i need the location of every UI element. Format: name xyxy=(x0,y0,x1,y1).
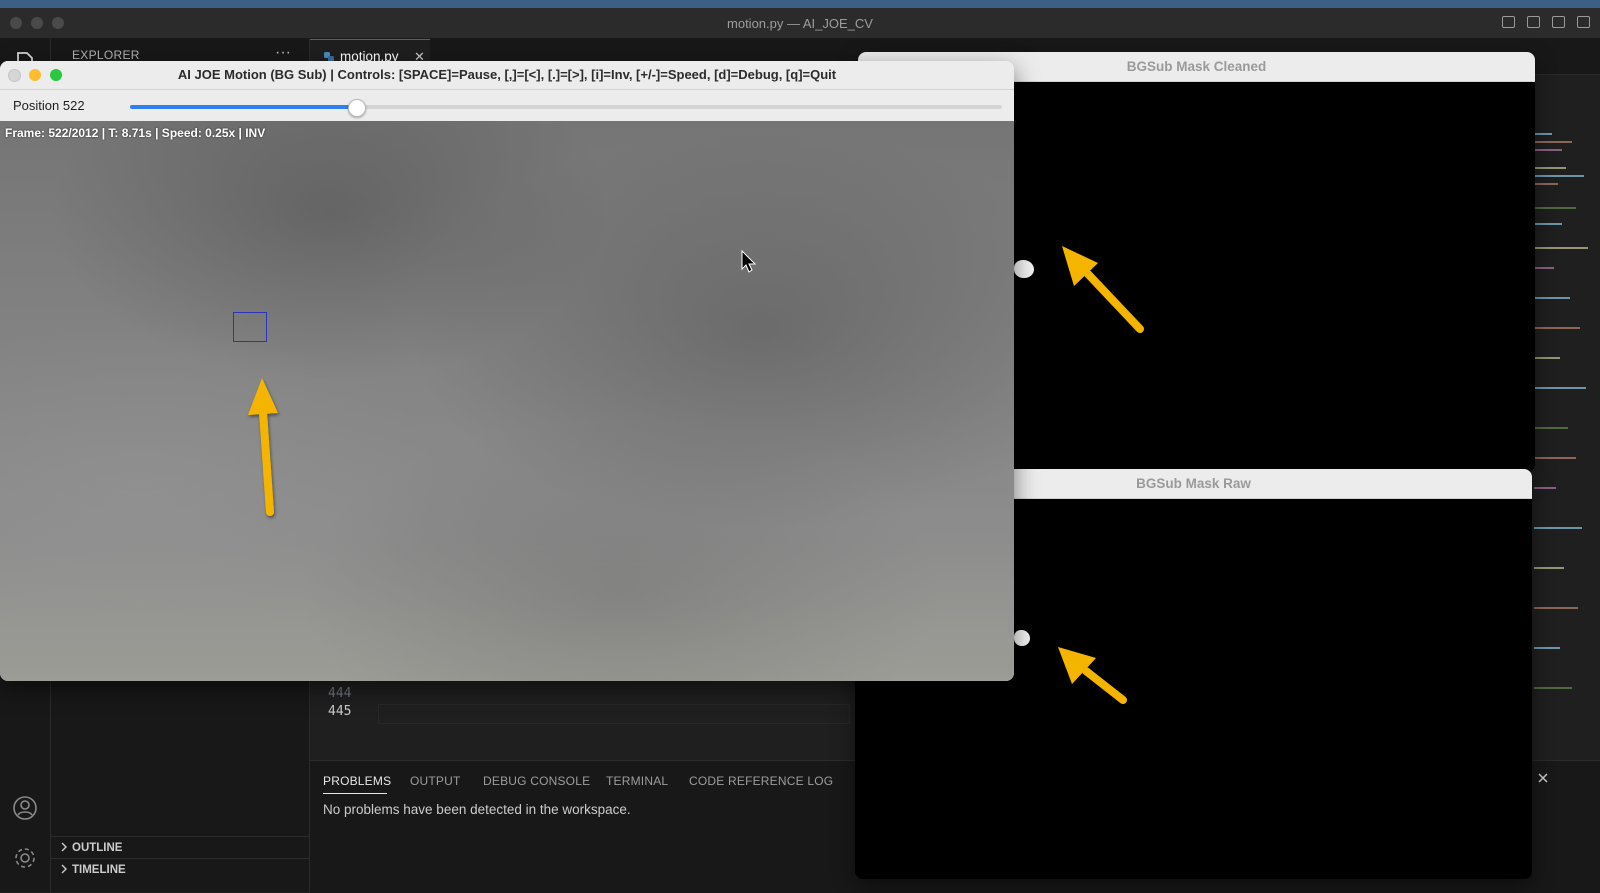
layout-controls xyxy=(1502,16,1590,28)
minimap[interactable] xyxy=(1532,128,1592,728)
video-frame: Frame: 522/2012 | T: 8.71s | Speed: 0.25… xyxy=(0,121,1014,681)
detection-box xyxy=(233,312,267,342)
timeline-section[interactable]: TIMELINE xyxy=(51,858,309,881)
tab-debug-console[interactable]: DEBUG CONSOLE xyxy=(483,774,590,788)
close-panel-icon[interactable] xyxy=(1536,771,1550,785)
current-line-highlight xyxy=(378,704,850,724)
motion-viewer-window[interactable]: AI JOE Motion (BG Sub) | Controls: [SPAC… xyxy=(0,61,1014,681)
desktop-background xyxy=(0,0,1600,8)
window-title: motion.py — AI_JOE_CV xyxy=(727,16,873,31)
position-slider-fill xyxy=(130,105,356,109)
frame-info-overlay: Frame: 522/2012 | T: 8.71s | Speed: 0.25… xyxy=(5,126,266,140)
motion-blob xyxy=(1014,630,1030,646)
code-editor[interactable]: 444 445 xyxy=(310,678,850,758)
position-label: Position 522 xyxy=(13,98,85,113)
toggle-primary-sidebar-icon[interactable] xyxy=(1502,16,1515,28)
outline-label: OUTLINE xyxy=(72,842,123,854)
toggle-secondary-sidebar-icon[interactable] xyxy=(1552,16,1565,28)
sidebar-more-actions[interactable]: ··· xyxy=(275,44,291,62)
motion-viewer-titlebar[interactable]: AI JOE Motion (BG Sub) | Controls: [SPAC… xyxy=(0,61,1014,90)
motion-viewer-title: AI JOE Motion (BG Sub) | Controls: [SPAC… xyxy=(177,67,837,82)
tab-code-reference-log[interactable]: CODE REFERENCE LOG xyxy=(689,774,833,788)
customize-layout-icon[interactable] xyxy=(1577,16,1590,28)
chevron-right-icon xyxy=(61,864,67,874)
active-tab-indicator xyxy=(323,793,387,794)
line-number: 445 xyxy=(328,704,352,719)
position-slider[interactable] xyxy=(130,99,1002,117)
motion-blob xyxy=(1014,260,1034,278)
tab-output[interactable]: OUTPUT xyxy=(410,774,461,788)
position-trackbar: Position 522 xyxy=(0,90,1014,121)
gear-icon[interactable] xyxy=(12,845,38,871)
account-icon[interactable] xyxy=(12,795,38,821)
position-slider-thumb[interactable] xyxy=(347,99,366,117)
chevron-right-icon xyxy=(61,842,67,852)
outline-section[interactable]: OUTLINE xyxy=(51,836,309,859)
timeline-label: TIMELINE xyxy=(72,864,126,876)
tab-problems[interactable]: PROBLEMS xyxy=(323,774,391,788)
line-number: 444 xyxy=(328,686,352,701)
vscode-titlebar: motion.py — AI_JOE_CV xyxy=(0,8,1600,39)
tab-terminal[interactable]: TERMINAL xyxy=(606,774,668,788)
problems-message: No problems have been detected in the wo… xyxy=(323,802,631,817)
toggle-panel-icon[interactable] xyxy=(1527,16,1540,28)
sidebar-title: EXPLORER xyxy=(72,48,140,62)
